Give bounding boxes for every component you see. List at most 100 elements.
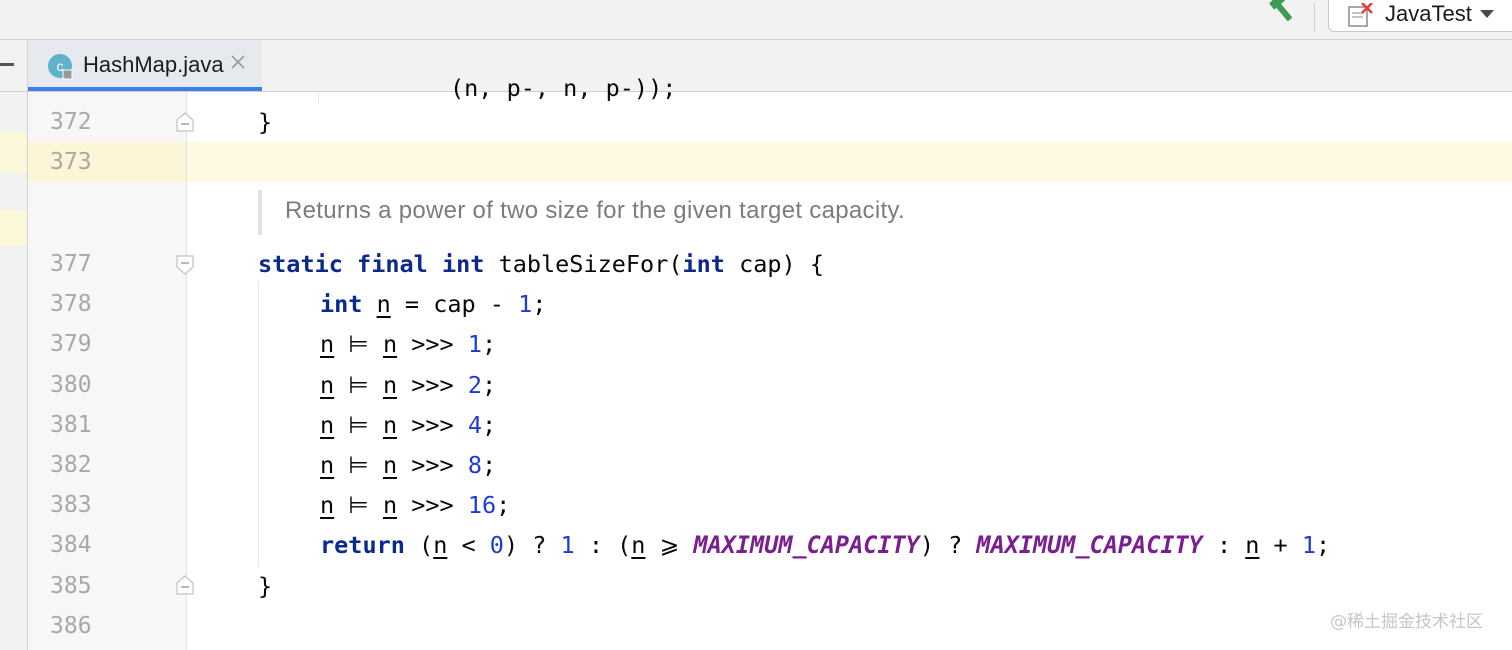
code-text: : ( <box>574 531 632 559</box>
code-line-372: } <box>258 106 272 138</box>
operator: ⊨ <box>334 330 383 358</box>
code-line-380: n ⊨ n >>> 2; <box>320 369 496 401</box>
close-icon[interactable] <box>230 54 246 70</box>
number-literal: 2 <box>467 371 482 399</box>
collapse-icon[interactable] <box>0 63 14 66</box>
left-tool-strip <box>0 92 27 650</box>
line-number: 382 <box>50 452 92 478</box>
semicolon: ; <box>482 371 497 399</box>
code-text: ) ? <box>503 531 561 559</box>
operator: ⊨ <box>334 411 383 439</box>
code-line-377: static final int tableSizeFor(int cap) { <box>258 248 824 280</box>
operator: ⩾ <box>645 531 694 559</box>
run-configuration-selector[interactable]: JavaTest <box>1328 0 1512 32</box>
line-number: 385 <box>50 573 92 599</box>
fold-start-icon[interactable] <box>176 255 194 275</box>
code-line-379: n ⊨ n >>> 1; <box>320 328 496 360</box>
fold-end-icon[interactable] <box>176 575 194 595</box>
watermark: @稀土掘金技术社区 <box>1330 612 1483 632</box>
semicolon: ; <box>482 330 497 358</box>
variable: n <box>320 330 335 358</box>
line-number: 386 <box>50 613 92 639</box>
operator: < <box>447 531 490 559</box>
brace: } <box>258 108 273 136</box>
variable: n <box>382 371 398 399</box>
number-literal: 1 <box>560 531 575 559</box>
variable: n <box>433 531 448 559</box>
main-toolbar: JavaTest <box>0 0 1512 40</box>
variable: n <box>320 491 335 519</box>
variable: n <box>320 411 335 439</box>
current-line-highlight <box>187 142 1512 182</box>
constant: MAXIMUM_CAPACITY <box>976 531 1203 559</box>
code-text: cap) { <box>739 250 824 278</box>
number-literal: 1 <box>1301 531 1317 559</box>
code-line-382: n ⊨ n >>> 8; <box>320 449 496 481</box>
operator: >>> <box>397 411 468 439</box>
variable: n <box>382 411 398 439</box>
code-line-383: n ⊨ n >>> 16; <box>320 489 510 521</box>
line-number: 384 <box>50 532 92 558</box>
variable: n <box>382 330 398 358</box>
line-number: 377 <box>50 251 92 277</box>
run-configuration-label: JavaTest <box>1385 1 1472 26</box>
keyword: int <box>682 250 725 278</box>
operator: ⊨ <box>334 451 383 479</box>
line-number: 372 <box>50 109 92 135</box>
fold-end-icon[interactable] <box>176 112 194 132</box>
variable: n <box>382 451 398 479</box>
chevron-down-icon[interactable] <box>1479 9 1495 19</box>
operator: ⊨ <box>334 491 383 519</box>
operator: >>> <box>397 451 468 479</box>
variable: n <box>1245 531 1260 559</box>
keyword: final <box>357 250 428 278</box>
semicolon: ; <box>482 451 497 479</box>
operator: >>> <box>397 330 468 358</box>
indent-guide <box>318 92 319 104</box>
editor-tab-bar: c HashMap.java <box>0 40 1512 92</box>
tab-hashmap-java[interactable]: c HashMap.java <box>28 40 262 91</box>
keyword: static <box>258 250 343 278</box>
number-literal: 16 <box>467 491 497 519</box>
number-literal: 1 <box>467 330 482 358</box>
strip-highlight <box>0 210 27 246</box>
semicolon: ; <box>496 491 511 519</box>
number-literal: 1 <box>518 290 533 318</box>
hammer-icon[interactable] <box>1266 0 1300 30</box>
line-number: 373 <box>50 149 92 175</box>
code-text: = cap - <box>390 290 519 318</box>
code-line-381: n ⊨ n >>> 4; <box>320 409 496 441</box>
operator: >>> <box>397 371 468 399</box>
tab-label: HashMap.java <box>83 52 224 77</box>
variable: n <box>631 531 646 559</box>
variable: n <box>320 451 335 479</box>
constant: MAXIMUM_CAPACITY <box>693 531 920 559</box>
code-text: : <box>1202 531 1246 559</box>
operator: >>> <box>397 491 468 519</box>
semicolon: ; <box>1316 531 1331 559</box>
variable: n <box>320 371 335 399</box>
toolbar-separator <box>1314 2 1315 32</box>
brace: } <box>258 572 273 600</box>
doc-comment-text: Returns a power of two size for the give… <box>285 197 905 224</box>
variable: n <box>376 290 391 318</box>
method-name: tableSizeFor( <box>498 250 683 278</box>
operator: ⊨ <box>334 371 383 399</box>
active-tab-indicator <box>28 87 262 91</box>
keyword: return <box>320 531 405 559</box>
variable: n <box>382 491 398 519</box>
code-line-378: int n = cap - 1; <box>320 288 546 320</box>
code-text: ( <box>404 531 434 559</box>
line-number: 381 <box>50 412 92 438</box>
doc-comment-bar <box>258 190 262 235</box>
strip-highlight <box>0 132 27 172</box>
code-text: ) ? <box>919 531 977 559</box>
semicolon: ; <box>482 411 497 439</box>
semicolon: ; <box>532 290 547 318</box>
line-number: 380 <box>50 372 92 398</box>
line-number: 383 <box>50 492 92 518</box>
java-file-icon <box>1348 3 1373 27</box>
line-number: 378 <box>50 291 92 317</box>
indent-guide <box>258 282 259 566</box>
keyword: int <box>441 250 485 278</box>
